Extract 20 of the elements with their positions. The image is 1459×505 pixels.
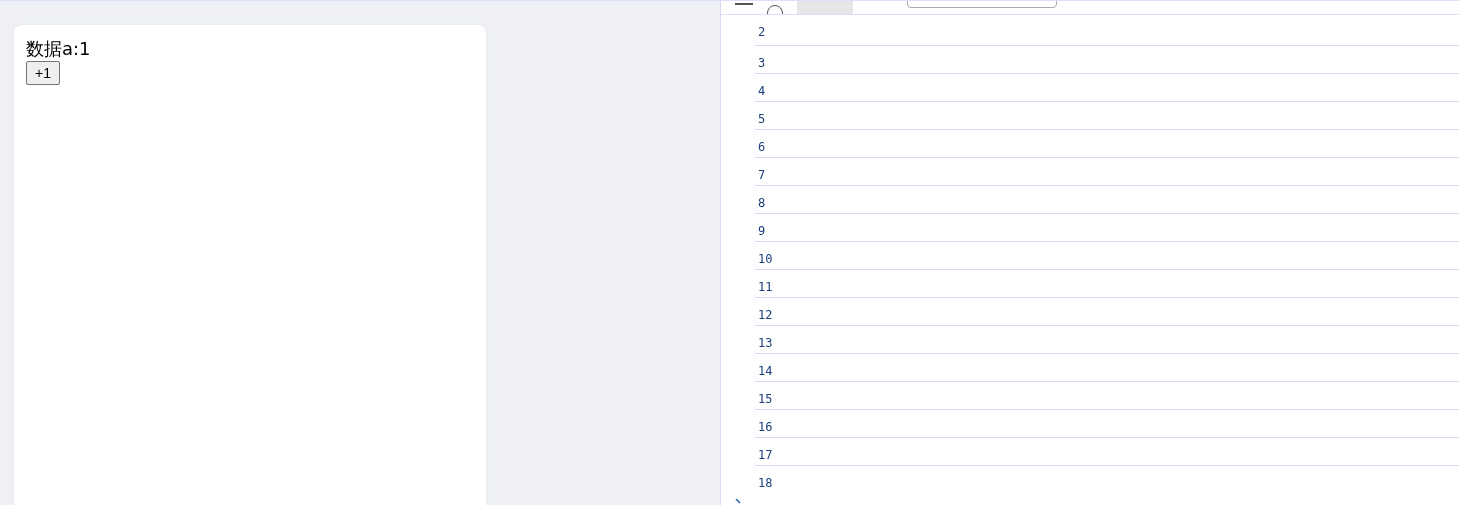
console-message: 6	[755, 130, 1459, 158]
console-message: 2	[755, 15, 1459, 46]
console-message: 10	[755, 242, 1459, 270]
console-message: 5	[755, 102, 1459, 130]
console-message: 16	[755, 410, 1459, 438]
console-message: 3	[755, 46, 1459, 74]
console-message: 7	[755, 158, 1459, 186]
console-message: 17	[755, 438, 1459, 466]
counter-text: 数据a:1	[26, 37, 92, 61]
prompt-chevron-icon	[735, 499, 743, 505]
console-message: 12	[755, 298, 1459, 326]
console-message: 15	[755, 382, 1459, 410]
increment-button[interactable]: +1	[26, 61, 60, 85]
console-message: 8	[755, 186, 1459, 214]
console-message: 13	[755, 326, 1459, 354]
console-message: 4	[755, 74, 1459, 102]
console-message: 14	[755, 354, 1459, 382]
console-message: 9	[755, 214, 1459, 242]
console-message: 11	[755, 270, 1459, 298]
console-message: 18	[757, 475, 774, 492]
